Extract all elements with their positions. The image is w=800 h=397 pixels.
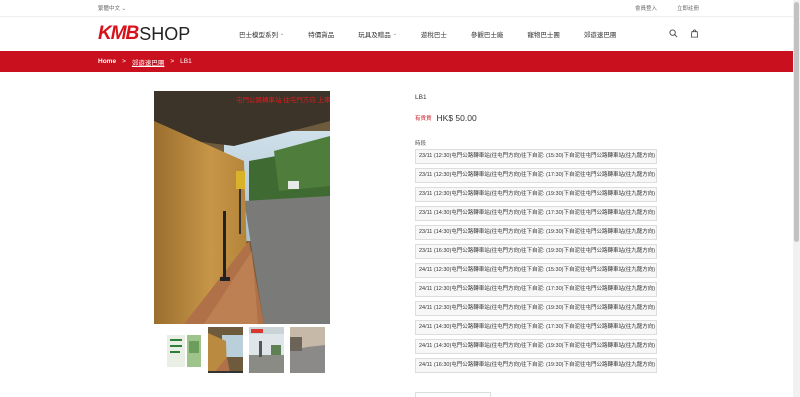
thumbnail-bus-stop[interactable]	[249, 327, 284, 373]
nav-item-toys-gifts[interactable]: 玩具及贈品 ⌄	[358, 29, 397, 39]
cart-icon[interactable]	[690, 29, 699, 38]
login-link[interactable]: 會員登入	[635, 4, 657, 12]
timeslot-option[interactable]: 23/11 (16:30)屯門公路轉車站(往屯門方向)往下自泥: (19:30)…	[415, 244, 657, 259]
search-icon[interactable]	[669, 29, 678, 38]
breadcrumb-current: LB1	[180, 58, 192, 65]
breadcrumb: Home > 郊遊速巴團 > LB1	[0, 51, 800, 72]
product-price: HK$ 50.00	[436, 113, 477, 123]
quantity-field[interactable]	[415, 392, 491, 397]
timeslot-option[interactable]: 23/11 (12:30)屯門公路轉車站(往屯門方向)往下自泥: (17:30)…	[415, 168, 657, 183]
thumbnail-underpass[interactable]	[208, 327, 243, 373]
logo-kmb: KMB	[98, 23, 139, 44]
timeslot-option[interactable]: 24/11 (12:30)屯門公路轉車站(往屯門方向)往下自泥: (15:30)…	[415, 263, 657, 278]
nav-item-pet-bus[interactable]: 寵物巴士團	[527, 29, 560, 39]
product-main-image[interactable]: 屯門公路轉車站 往屯門方向 上車位置	[154, 91, 330, 324]
product-name: LB1	[415, 94, 427, 101]
nav-item-depot-visit[interactable]: 參觀巴士廠	[471, 29, 504, 39]
timeslot-option[interactable]: 23/11 (14:30)屯門公路轉車站(往屯門方向)往下自泥: (17:30)…	[415, 206, 657, 221]
timeslot-option[interactable]: 23/11 (12:30)屯門公路轉車站(往屯門方向)往下自泥: (15:30)…	[415, 149, 657, 164]
page-scrollbar[interactable]	[793, 0, 800, 397]
main-image-caption: 屯門公路轉車站 往屯門方向 上車位置	[236, 95, 330, 104]
timeslot-option[interactable]: 24/11 (14:30)屯門公路轉車站(往屯門方向)往下自泥: (19:30)…	[415, 339, 657, 354]
timeslot-option[interactable]: 24/11 (12:30)屯門公路轉車站(往屯門方向)往下自泥: (17:30)…	[415, 282, 657, 297]
breadcrumb-home[interactable]: Home	[98, 58, 116, 65]
stock-status: 有貨貨	[415, 116, 432, 122]
language-selector[interactable]: 繁體中文 ⌄	[98, 4, 126, 12]
breadcrumb-category[interactable]: 郊遊速巴團	[132, 57, 165, 67]
timeslot-options: 23/11 (12:30)屯門公路轉車站(往屯門方向)往下自泥: (15:30)…	[415, 149, 657, 373]
chevron-down-icon: ⌄	[280, 31, 285, 37]
chevron-down-icon: ⌄	[121, 6, 127, 12]
thumbnail-strip	[167, 327, 325, 373]
register-link[interactable]: 立即註冊	[677, 4, 699, 12]
nav-item-outing-bus[interactable]: 郊遊速巴團	[584, 29, 617, 39]
kmb-shop-logo[interactable]: KMB SHOP	[98, 23, 239, 45]
thumbnail-road[interactable]	[290, 327, 325, 373]
scrollbar-thumb[interactable]	[794, 2, 799, 242]
top-bar: 繁體中文 ⌄ 會員登入 立即註冊	[0, 0, 800, 17]
timeslot-option[interactable]: 24/11 (16:30)屯門公路轉車站(往屯門方向)往下自泥: (19:30)…	[415, 358, 657, 373]
timeslot-option[interactable]: 23/11 (12:30)屯門公路轉車站(往屯門方向)往下自泥: (19:30)…	[415, 187, 657, 202]
product-main: 屯門公路轉車站 往屯門方向 上車位置 LB1 有貨貨 HK$ 50.00 時段 …	[0, 72, 800, 397]
nav-item-bus-models[interactable]: 巴士模型系列 ⌄	[239, 29, 284, 39]
timeslot-option[interactable]: 24/11 (14:30)屯門公路轉車站(往屯門方向)往下自泥: (17:30)…	[415, 320, 657, 335]
price-row: 有貨貨 HK$ 50.00	[415, 113, 477, 123]
logo-shop: SHOP	[139, 23, 191, 44]
breadcrumb-separator: >	[122, 58, 126, 65]
timeslot-option[interactable]: 24/11 (12:30)屯門公路轉車站(往屯門方向)往下自泥: (19:30)…	[415, 301, 657, 316]
thumbnail-map[interactable]	[167, 327, 202, 373]
chevron-down-icon: ⌄	[392, 31, 397, 37]
timeslot-option[interactable]: 23/11 (14:30)屯門公路轉車站(往屯門方向)往下自泥: (19:30)…	[415, 225, 657, 240]
site-header: KMB SHOP 巴士模型系列 ⌄ 特價貨品 玩具及贈品 ⌄ 遊稅巴士 參觀巴士廠 …	[0, 17, 800, 51]
breadcrumb-separator: >	[170, 58, 175, 65]
nav-item-tour-bus[interactable]: 遊稅巴士	[421, 29, 447, 39]
option-label: 時段	[415, 141, 427, 147]
main-nav: 巴士模型系列 ⌄ 特價貨品 玩具及贈品 ⌄ 遊稅巴士 參觀巴士廠 寵物巴士團 郊遊速…	[239, 29, 640, 39]
nav-item-sale[interactable]: 特價貨品	[308, 29, 334, 39]
